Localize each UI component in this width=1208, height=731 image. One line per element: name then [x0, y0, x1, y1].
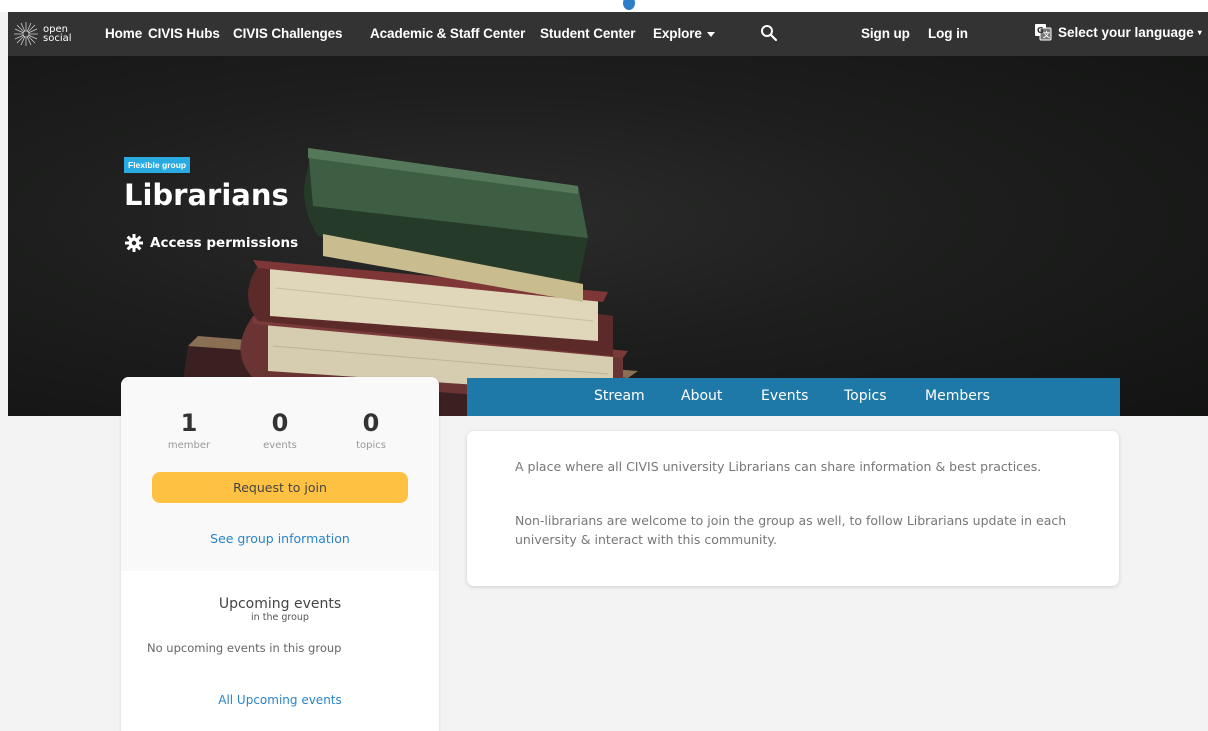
upcoming-events-title: Upcoming events — [218, 596, 342, 612]
stat-events-label: events — [263, 440, 297, 451]
group-tabs: Stream About Events Topics Members — [467, 378, 1120, 416]
request-to-join-button[interactable]: Request to join — [152, 472, 408, 503]
starburst-logo-icon — [14, 22, 38, 46]
tab-stream[interactable]: Stream — [594, 388, 645, 404]
caret-down-icon — [706, 31, 715, 37]
navbar: open social Home CIVIS Hubs CIVIS Challe… — [8, 12, 1208, 56]
google-translate-icon: G 文 — [1035, 24, 1052, 41]
description-paragraph-1: A place where all CIVIS university Libra… — [515, 459, 1042, 474]
language-selector[interactable]: G 文 Select your language ▾ — [1034, 23, 1202, 41]
stat-topics-count: 0 — [362, 409, 380, 437]
access-permissions-label: Access permissions — [150, 235, 299, 251]
group-title: Librarians — [124, 178, 289, 212]
stat-members[interactable]: 1 member — [149, 409, 229, 451]
nav-student-center[interactable]: Student Center — [540, 26, 635, 41]
books-image — [178, 148, 638, 416]
nav-explore-label: Explore — [653, 26, 702, 41]
all-upcoming-events-link[interactable]: All Upcoming events — [121, 693, 439, 707]
gear-icon — [125, 234, 143, 252]
no-events-message: No upcoming events in this group — [147, 641, 342, 655]
tab-members[interactable]: Members — [925, 388, 990, 404]
group-sidebar: 1 member 0 events 0 topics Request to jo… — [121, 377, 439, 731]
nav-academic-staff-center[interactable]: Academic & Staff Center — [370, 26, 525, 41]
svg-text:文: 文 — [1043, 30, 1051, 39]
log-in-link[interactable]: Log in — [928, 26, 968, 41]
stat-members-label: member — [167, 440, 211, 451]
stat-members-count: 1 — [180, 409, 198, 437]
loading-indicator — [623, 0, 635, 10]
stat-events[interactable]: 0 events — [240, 409, 320, 451]
stat-topics[interactable]: 0 topics — [331, 409, 411, 451]
nav-civis-hubs[interactable]: CIVIS Hubs — [148, 26, 220, 41]
upcoming-events-subtitle: in the group — [251, 612, 309, 623]
tab-about[interactable]: About — [681, 388, 722, 404]
triangle-down-icon: ▾ — [1197, 27, 1202, 37]
language-label: Select your language — [1058, 24, 1194, 40]
group-stats-panel: 1 member 0 events 0 topics Request to jo… — [121, 377, 439, 571]
logo-text: open social — [43, 24, 72, 44]
nav-civis-challenges[interactable]: CIVIS Challenges — [233, 26, 343, 41]
open-social-logo[interactable]: open social — [12, 20, 94, 48]
group-type-badge: Flexible group — [124, 157, 191, 173]
stat-topics-label: topics — [356, 440, 386, 451]
nav-explore[interactable]: Explore — [653, 26, 715, 41]
nav-home[interactable]: Home — [105, 26, 142, 41]
search-icon[interactable] — [760, 24, 778, 42]
group-description-card: A place where all CIVIS university Libra… — [467, 431, 1119, 586]
description-paragraph-2: Non-librarians are welcome to join the g… — [515, 513, 1067, 547]
access-permissions[interactable]: Access permissions — [124, 233, 298, 253]
tab-events[interactable]: Events — [761, 388, 808, 404]
group-hero: Flexible group Librarians Access permiss… — [8, 56, 1208, 416]
see-group-information-link[interactable]: See group information — [121, 531, 439, 546]
sign-up-link[interactable]: Sign up — [861, 26, 910, 41]
top-strip — [0, 0, 1208, 12]
stat-events-count: 0 — [271, 409, 289, 437]
tab-topics[interactable]: Topics — [844, 388, 887, 404]
